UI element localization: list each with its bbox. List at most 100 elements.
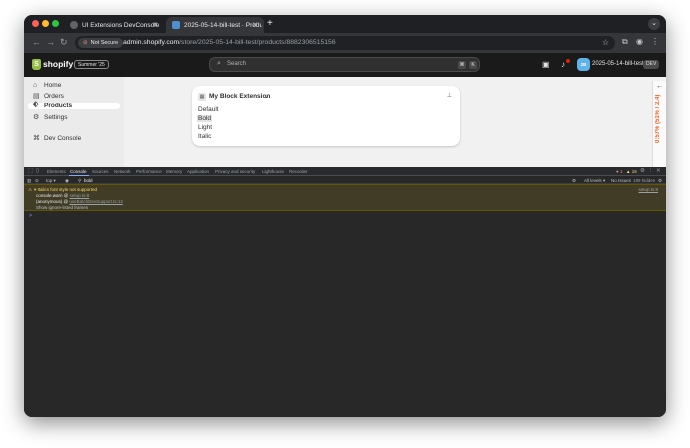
sidebar-item-dev-console[interactable]: ⌘ Dev Console [28,134,120,144]
sidebar-toggle-icon[interactable]: ▥ [27,178,31,184]
devtools-panel: ⬚ ▯ Elements Console Sources Network Per… [24,167,666,417]
kbd-k: K [469,61,477,69]
store-name[interactable]: 2025-05-14-bill-test [592,61,644,67]
tab-application[interactable]: Application [187,169,209,174]
tab-product[interactable]: 2025-05-14-bill-test · Produ ✕ [166,17,264,33]
pin-icon[interactable]: ⊥ [447,92,452,99]
levels-select[interactable]: All levels ▾ [584,178,605,184]
tag-icon: ⬖ [33,101,39,108]
arrow-left-icon[interactable]: ← [656,83,663,90]
zoom-window-button[interactable] [52,20,59,27]
admin-content: ⌂ Home ▤ Orders ⬖ Products ⚙ Settings ⌘ … [24,77,666,167]
profile-icon[interactable]: ◉ [636,37,643,46]
console-settings-icon[interactable]: ⚙ [658,178,662,184]
dev-badge: DEV [643,60,660,69]
tab-privacy[interactable]: Privacy and security [215,169,255,174]
minimize-window-button[interactable] [42,20,49,27]
bookmark-star-icon[interactable]: ☆ [602,38,609,47]
close-tab-icon[interactable]: ✕ [252,21,258,29]
devtools-tabs: ⬚ ▯ Elements Console Sources Network Per… [24,167,666,176]
security-label: Not Secure [90,40,119,46]
tab-network[interactable]: Network [114,169,131,174]
sidebar-item-label: Orders [44,93,64,100]
url-host: admin.shopify.com [123,39,180,46]
error-count-badge[interactable]: ● 1 [616,169,622,174]
tab-title: 2025-05-14-bill-test · Produ [184,21,262,29]
error-count: 1 [619,169,623,174]
address-bar: ← → ↻ ⊘ Not Secure admin.shopify.com/stor… [24,33,666,53]
levels-value: All levels [584,177,602,183]
show-ignore-listed-frames[interactable]: Show ignore-listed frames [36,205,88,210]
devtools-close-icon[interactable]: ✕ [656,168,661,174]
avatar[interactable]: 2B [577,58,590,71]
tab-recorder[interactable]: Recorder [289,169,308,174]
device-toolbar-icon[interactable]: ▯ [36,168,39,174]
devtools-menu-icon[interactable]: ⋮ [648,168,654,174]
dev-console-icon: ⌘ [33,135,40,142]
context-select[interactable]: top ▾ [46,178,56,184]
console-warning-message[interactable]: ⚠ ▾ Italics font style not supported set… [24,184,666,211]
app-block-icon: ▦ [198,93,206,101]
tab-search-button[interactable]: ⌄ [648,18,660,30]
notification-dot [566,59,570,63]
filter-icon: ⚲ [78,177,82,183]
sidebar-item-settings[interactable]: ⚙ Settings [28,113,120,123]
browser-menu-icon[interactable]: ⋮ [651,37,659,46]
filter-text: bold [84,177,93,183]
edition-badge[interactable]: Summer '25 [74,60,109,69]
sidebar-item-products[interactable]: ⬖ Products [28,101,120,109]
tab-performance[interactable]: Performance [136,169,162,174]
frame-src-link[interactable]: setup.ts:8 [70,193,90,198]
issues-count[interactable]: No Issues [611,178,631,183]
option-default[interactable]: Default [198,106,219,113]
frame-src-link[interactable]: useBatchDevSupport.ts:12 [69,199,123,204]
eye-icon[interactable]: ◉ [65,178,69,184]
tab-elements[interactable]: Elements [47,169,66,174]
sidebar-item-label: Dev Console [44,135,82,142]
sidebar-item-label: Settings [44,114,68,121]
shopify-logo[interactable]: shopify [43,59,73,69]
bell-icon[interactable]: ♪ [561,60,565,69]
extensions-icon[interactable]: ⧉ [622,37,628,47]
warning-source-link[interactable]: setup.ts:8 [638,187,658,192]
warning-count: 16 [631,169,637,174]
omnibox[interactable]: ⊘ Not Secure admin.shopify.com/store/2025… [75,36,615,50]
sidebar-item-label: Products [44,103,73,109]
chevron-down-icon[interactable]: ⌄ [264,93,269,100]
url-text[interactable]: admin.shopify.com/store/2025-05-14-bill-… [123,38,336,48]
search-input[interactable]: ⌕ Search ⌘ K [209,57,480,72]
store-icon[interactable]: ▣ [542,60,550,69]
sidebar-item-orders[interactable]: ▤ Orders [28,92,120,102]
forward-icon[interactable]: → [46,37,55,47]
tab-sources[interactable]: Sources [92,169,109,174]
tab-devconsole[interactable]: UI Extensions DevConsole ✕ [64,17,164,33]
tab-memory[interactable]: Memory [166,169,182,174]
block-extension-card: ▦ My Block Extension ⌄ ⊥ Default Bold Li… [192,86,460,146]
console-prompt[interactable]: > [29,213,32,219]
stack-frame-2: (anonymous) @ useBatchDevSupport.ts:12 [36,199,123,204]
close-tab-icon[interactable]: ✕ [152,21,158,29]
security-chip[interactable]: ⊘ Not Secure [78,38,124,48]
home-icon: ⌂ [33,82,38,89]
search-icon: ⌕ [217,60,221,67]
gear-icon: ⚙ [33,114,40,121]
warning-count-badge[interactable]: ▲ 16 [626,169,637,174]
globe-icon [70,21,78,29]
block-title[interactable]: My Block Extension [209,93,270,100]
clear-console-icon[interactable]: ⊘ [35,178,39,184]
new-tab-button[interactable]: + [267,18,273,29]
reload-icon[interactable]: ↻ [60,37,68,48]
sidebar-item-home[interactable]: ⌂ Home [28,81,120,91]
settings-gear-icon[interactable]: ⚙ [572,178,576,184]
devtools-settings-icon[interactable]: ⚙ [640,168,645,174]
option-italic[interactable]: Italic [198,133,211,140]
console-filter-input[interactable]: ⚲ bold [78,177,528,183]
close-window-button[interactable] [32,20,39,27]
inspect-icon[interactable]: ⬚ [28,168,33,174]
tab-console[interactable]: Console [70,169,87,174]
option-light[interactable]: Light [198,124,212,131]
back-icon[interactable]: ← [32,37,41,47]
shopify-header: S shopify Summer '25 ⌕ Search ⌘ K ▣ ♪ 2B… [24,53,666,77]
tab-lighthouse[interactable]: Lighthouse [262,169,284,174]
option-bold[interactable]: Bold [197,115,213,122]
